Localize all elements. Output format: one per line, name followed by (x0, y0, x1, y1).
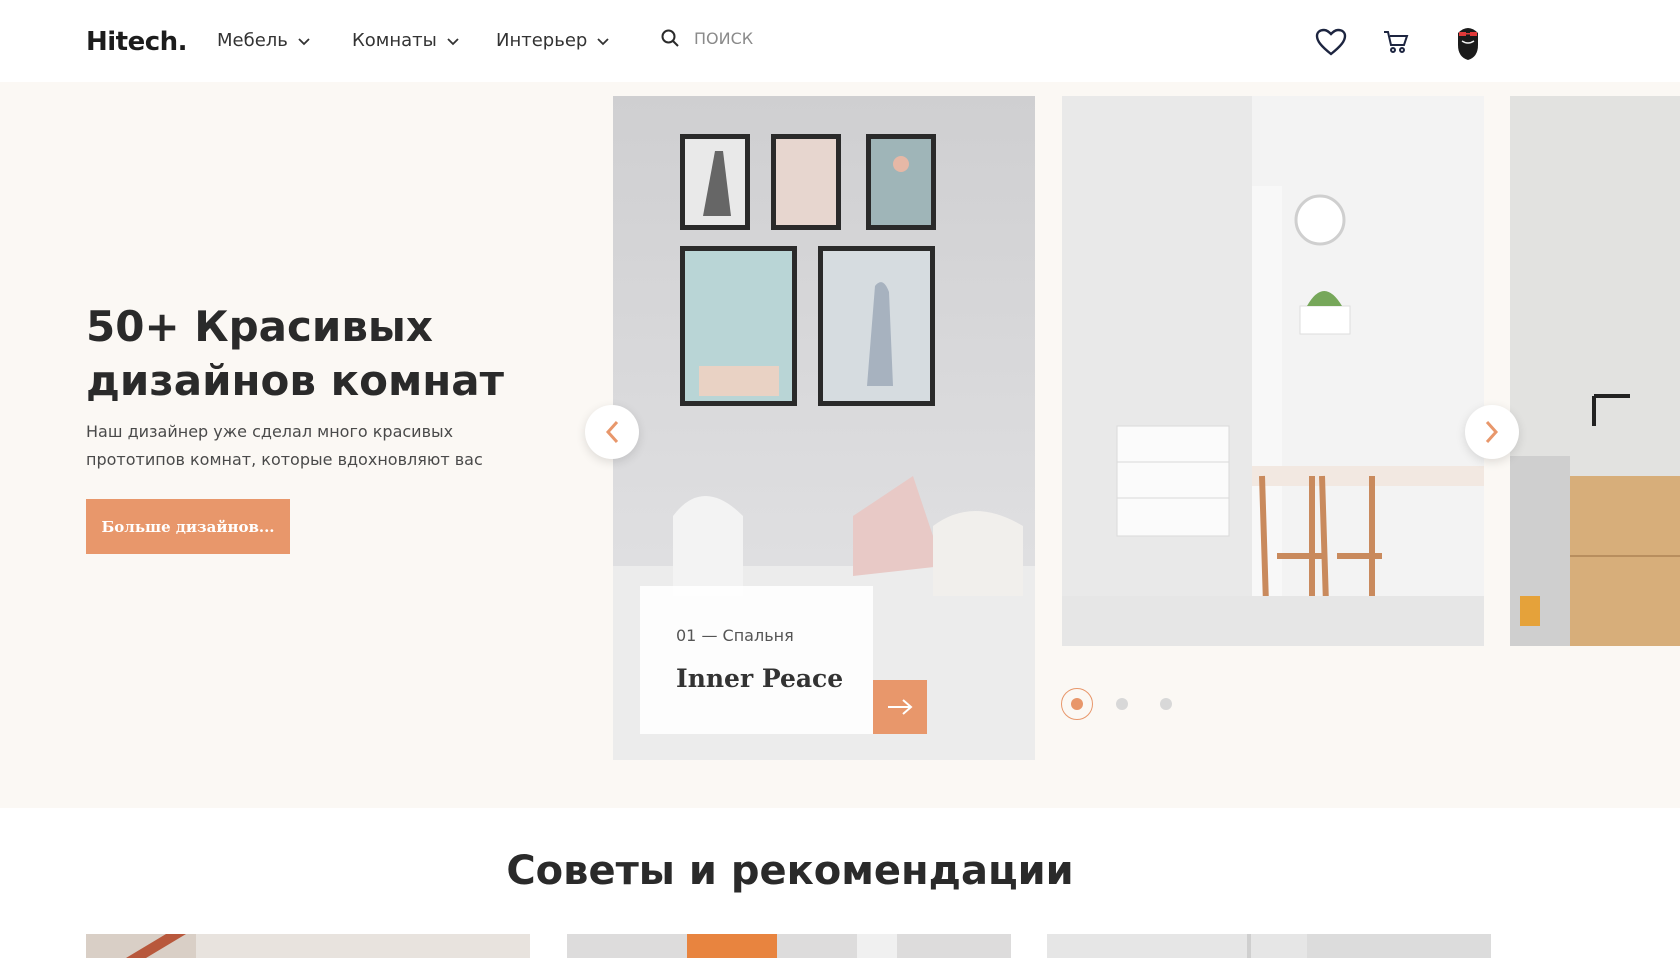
tip-image (86, 934, 530, 958)
dining-room-illustration (1062, 96, 1484, 646)
nav-label: Мебель (217, 30, 288, 51)
tip-image (1047, 934, 1491, 958)
chevron-down-icon (597, 37, 609, 45)
slide-dining-image[interactable] (1062, 96, 1484, 646)
carousel-dot-3[interactable] (1160, 698, 1172, 710)
carousel-prev-button[interactable] (585, 405, 639, 459)
search-input[interactable] (694, 28, 934, 48)
slide-caption: 01 — Спальня Inner Peace (640, 586, 873, 734)
chevron-right-icon (1485, 420, 1499, 444)
nav-furniture[interactable]: Мебель (217, 30, 312, 51)
slide-title: Inner Peace (676, 664, 844, 693)
nav-rooms[interactable]: Комнаты (352, 30, 461, 51)
arrow-right-icon (888, 699, 913, 715)
search-bar (660, 28, 934, 48)
cart-button[interactable] (1376, 22, 1416, 62)
more-designs-button[interactable]: Больше дизайнов... (86, 499, 290, 554)
slide-category: 01 — Спальня (676, 626, 794, 645)
tip-image (567, 934, 1011, 958)
chevron-left-icon (605, 420, 619, 444)
search-icon[interactable] (660, 28, 680, 48)
user-avatar[interactable] (1448, 22, 1488, 62)
slide-bedroom-image[interactable]: 01 — Спальня Inner Peace (613, 96, 1035, 760)
chevron-down-icon (447, 37, 459, 45)
tip-card-1[interactable] (86, 934, 530, 958)
nav-interior[interactable]: Интерьер (496, 30, 611, 51)
nav-label: Интерьер (496, 30, 588, 51)
nav-label: Комнаты (352, 30, 437, 51)
slide-office-image[interactable] (1510, 96, 1680, 646)
cart-icon (1384, 31, 1409, 53)
heart-icon (1315, 28, 1347, 56)
hero-description: Наш дизайнер уже сделал много красивых п… (86, 422, 483, 469)
slide-open-button[interactable] (873, 680, 927, 734)
section-title: Советы и рекомендации (506, 848, 1074, 894)
chevron-down-icon (298, 37, 310, 45)
logo[interactable]: Hitech. (86, 27, 188, 57)
carousel-dot-2[interactable] (1116, 698, 1128, 710)
tip-card-2[interactable] (567, 934, 1011, 958)
office-illustration (1510, 96, 1680, 646)
wishlist-button[interactable] (1311, 22, 1351, 62)
carousel-next-button[interactable] (1465, 405, 1519, 459)
tip-card-3[interactable] (1047, 934, 1491, 958)
carousel-dot-1[interactable] (1061, 688, 1093, 720)
bearded-avatar-icon (1458, 28, 1478, 60)
hero-title: 50+ Красивых дизайнов комнат (86, 302, 504, 405)
site-header: Hitech. Мебель Комнаты Интерьер (0, 0, 1680, 82)
hero-section: 50+ Красивых дизайнов комнат Наш дизайне… (0, 82, 1680, 808)
